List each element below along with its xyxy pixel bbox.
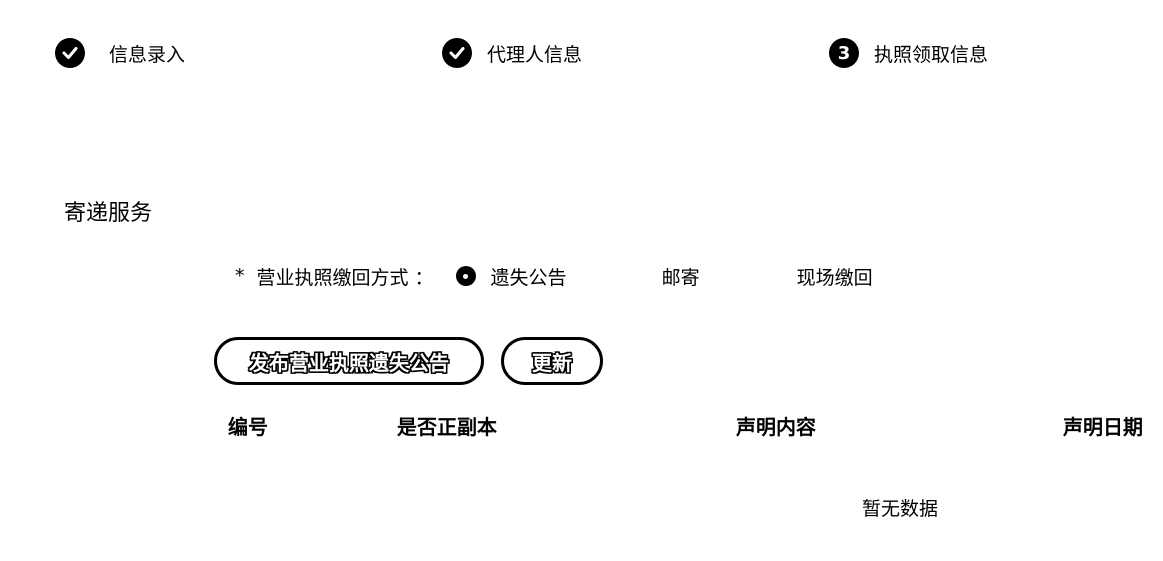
radio-label: 遗失公告 (490, 266, 567, 289)
step-label: 代理人信息 (487, 43, 583, 66)
radio-mail[interactable]: 邮寄 (647, 263, 700, 290)
step-number-badge: 3 (829, 38, 859, 68)
page: 信息录入 代理人信息 3 执照领取信息 寄递服务 * 营业执照缴回方式 ： 遗失… (0, 0, 1163, 561)
step-license-pickup: 3 执照领取信息 (829, 38, 988, 68)
section-title: 寄递服务 (64, 201, 153, 226)
return-method-field: * 营业执照缴回方式 ： 遗失公告 邮寄 现场缴回 (235, 261, 873, 291)
table-header: 编号 是否正副本 声明内容 声明日期 (0, 411, 1163, 441)
publish-lost-notice-button[interactable]: 发布营业执照遗失公告 (214, 337, 484, 385)
radio-label: 现场缴回 (796, 266, 873, 289)
check-circle-icon (55, 38, 85, 68)
required-asterisk: * (235, 265, 245, 287)
column-header-statement: 声明内容 (736, 415, 816, 439)
table-empty-text: 暂无数据 (862, 498, 939, 520)
radio-label: 邮寄 (661, 266, 700, 289)
column-header-original-copy: 是否正副本 (397, 415, 497, 439)
step-info-entry: 信息录入 (55, 38, 185, 68)
refresh-button[interactable]: 更新 (501, 337, 603, 385)
return-method-label: 营业执照缴回方式 ： (256, 266, 434, 289)
step-agent-info: 代理人信息 (442, 38, 582, 68)
check-circle-icon (442, 38, 472, 68)
step-label: 执照领取信息 (874, 43, 989, 66)
radio-selected-icon[interactable] (455, 266, 476, 286)
radio-lost-notice[interactable]: 遗失公告 (455, 263, 567, 290)
column-header-date: 声明日期 (1063, 415, 1143, 439)
column-header-number: 编号 (228, 415, 268, 439)
radio-onsite-return[interactable]: 现场缴回 (782, 263, 873, 290)
return-method-radio-group: 遗失公告 邮寄 现场缴回 (450, 263, 873, 290)
step-label: 信息录入 (109, 43, 186, 66)
